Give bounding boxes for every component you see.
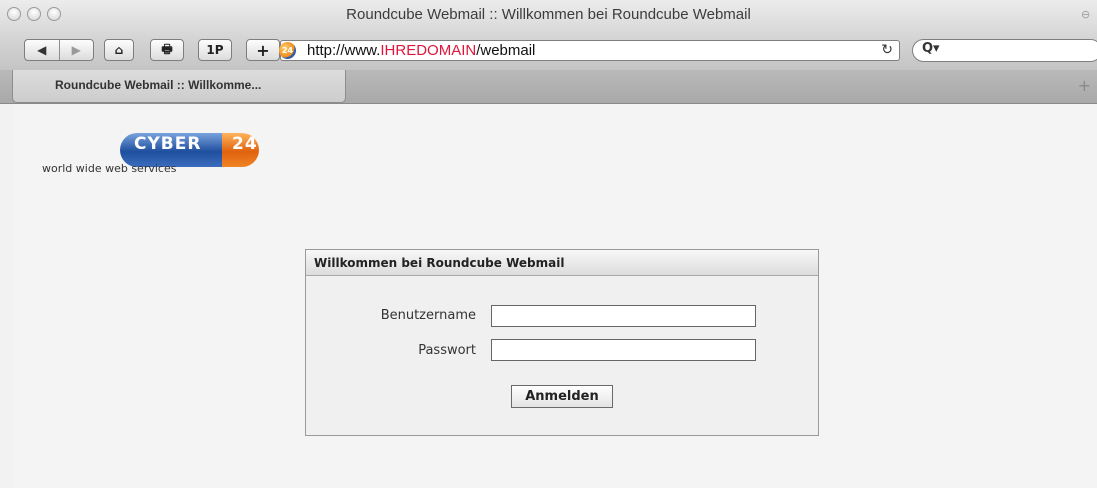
search-icon[interactable]: Q▾: [922, 41, 940, 56]
print-button[interactable]: 🖶: [150, 39, 184, 61]
password-input[interactable]: [491, 339, 756, 361]
onepassword-label: 1P: [206, 43, 224, 57]
new-tab-icon[interactable]: +: [1078, 76, 1091, 95]
logo-tagline: world wide web services: [42, 162, 177, 175]
url-path: /webmail: [476, 42, 536, 59]
url-domain: IHREDOMAIN: [380, 42, 477, 59]
tab-bar: Roundcube Webmail :: Willkomme... +: [0, 70, 1097, 104]
login-form: Willkommen bei Roundcube Webmail Benutze…: [305, 249, 819, 436]
add-bookmark-button[interactable]: +: [246, 39, 280, 61]
site-favicon-icon: 24: [279, 42, 296, 59]
back-button[interactable]: ◀: [25, 40, 59, 60]
title-bar: Roundcube Webmail :: Willkommen bei Roun…: [0, 0, 1097, 36]
navigation-buttons: ◀ ▶: [24, 39, 94, 61]
plus-icon: +: [256, 40, 270, 60]
username-input[interactable]: [491, 305, 756, 327]
logo-text-24: 24: [232, 134, 258, 154]
toolbar-toggle-icon[interactable]: ⊖: [1081, 8, 1091, 21]
username-label: Benutzername: [380, 308, 476, 323]
login-title: Willkommen bei Roundcube Webmail: [314, 256, 565, 270]
tab-label: Roundcube Webmail :: Willkomme...: [55, 78, 262, 92]
forward-button[interactable]: ▶: [58, 40, 94, 60]
home-button[interactable]: ⌂: [104, 39, 134, 61]
page-content: CYBER 24 world wide web services Willkom…: [14, 104, 1097, 488]
onepassword-button[interactable]: 1P: [198, 39, 232, 61]
printer-icon: 🖶: [161, 41, 173, 56]
browser-toolbar: ◀ ▶ ⌂ 🖶 1P + 24 http://www.IHREDOMAIN/we…: [0, 36, 1097, 70]
login-header: Willkommen bei Roundcube Webmail: [306, 250, 818, 276]
window-title: Roundcube Webmail :: Willkommen bei Roun…: [346, 6, 751, 23]
browser-window: Roundcube Webmail :: Willkommen bei Roun…: [0, 0, 1097, 488]
logo-text-cyber: CYBER: [134, 134, 202, 154]
reload-icon[interactable]: ↻: [881, 42, 893, 58]
home-icon: ⌂: [114, 43, 124, 57]
url-text[interactable]: http://www.IHREDOMAIN/webmail: [307, 42, 535, 59]
address-bar[interactable]: 24 http://www.IHREDOMAIN/webmail ↻: [279, 40, 900, 61]
login-button[interactable]: Anmelden: [511, 385, 613, 408]
tab-roundcube[interactable]: Roundcube Webmail :: Willkomme...: [12, 70, 346, 103]
url-prefix: http://www.: [307, 42, 381, 59]
search-field[interactable]: Q▾: [912, 39, 1097, 62]
password-label: Passwort: [418, 343, 476, 358]
